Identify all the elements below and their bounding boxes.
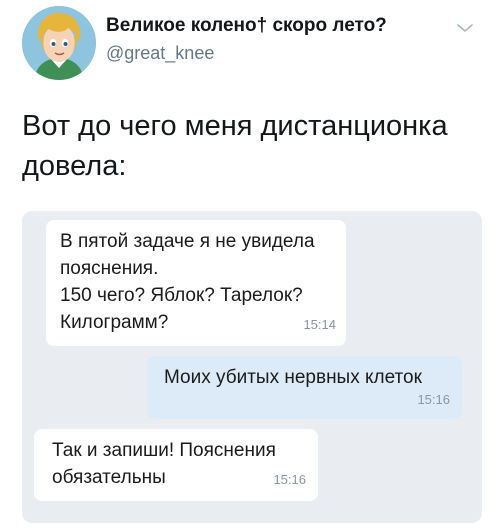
message-line: пояснения. bbox=[60, 258, 159, 279]
message-line: 150 чего? Яблок? Тарелок? bbox=[60, 285, 303, 306]
message-time: 15:16 bbox=[417, 392, 450, 407]
tweet-text: Вот до чего меня дистанционка довела: bbox=[22, 110, 448, 182]
tweet-header: Великое колено† скоро лето? @great_knee bbox=[0, 0, 500, 90]
message-bubble-incoming: В пятой задаче я не увидела пояснения. 1… bbox=[46, 220, 346, 346]
message-line: В пятой задаче я не увидела bbox=[60, 231, 315, 252]
message-bubble-incoming: Так и запиши! Пояснения обязательны 15:1… bbox=[34, 429, 318, 501]
chat-screenshot: В пятой задаче я не увидела пояснения. 1… bbox=[22, 211, 482, 523]
message-line: Килограмм? bbox=[60, 312, 169, 333]
message-line: Так и запиши! Пояснения bbox=[52, 440, 276, 461]
message-time: 15:16 bbox=[273, 472, 306, 487]
avatar[interactable] bbox=[22, 6, 96, 80]
author-display-name[interactable]: Великое колено† скоро лето? bbox=[106, 15, 387, 37]
author-handle[interactable]: @great_knee bbox=[106, 43, 214, 64]
message-bubble-outgoing: Моих убитых нервных клеток 15:16 bbox=[147, 356, 462, 419]
message-time: 15:14 bbox=[303, 317, 336, 332]
message-line: обязательны bbox=[52, 467, 166, 488]
message-line: Моих убитых нервных клеток bbox=[164, 367, 422, 388]
cartoon-boy-avatar-icon bbox=[22, 6, 96, 80]
chevron-down-icon[interactable] bbox=[454, 20, 476, 36]
